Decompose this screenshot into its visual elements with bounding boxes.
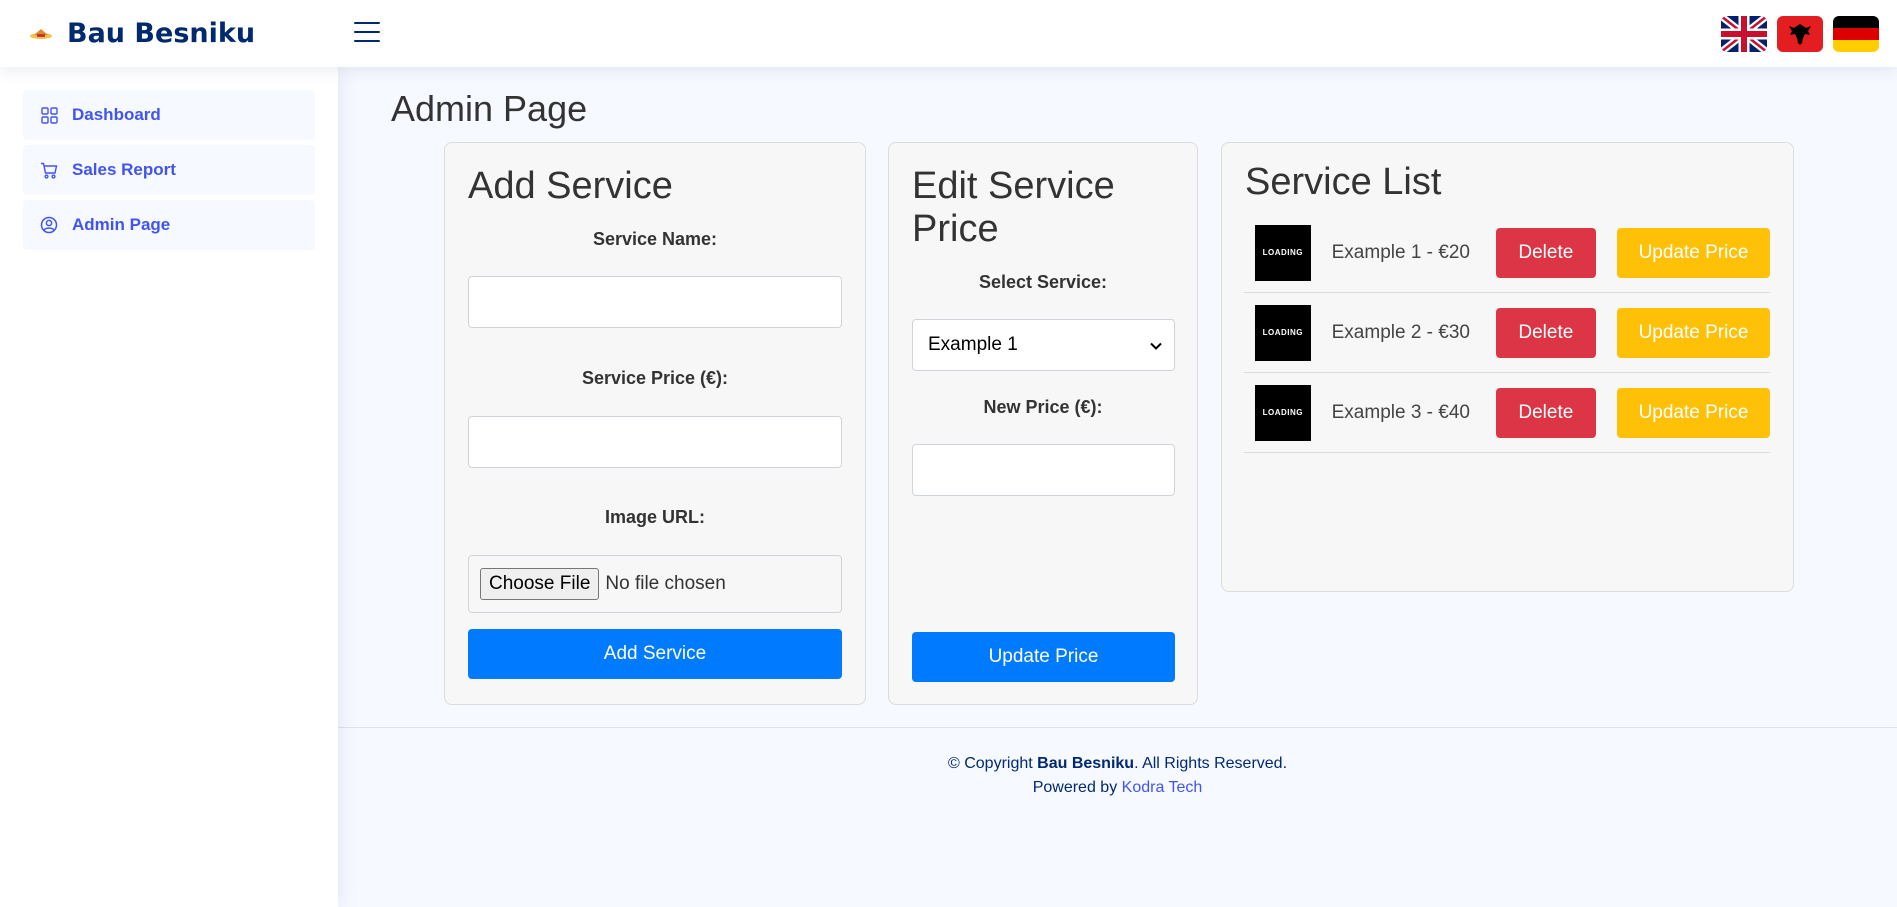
grid-icon	[40, 106, 58, 124]
copyright-prefix: © Copyright	[947, 755, 1038, 772]
service-row: LOADING Example 1 - €20 Delete Update Pr…	[1244, 213, 1770, 293]
service-thumbnail: LOADING	[1255, 224, 1311, 281]
person-circle-icon	[40, 216, 58, 234]
copyright-suffix: . All Rights Reserved.	[1134, 755, 1288, 772]
update-price-button[interactable]: Update Price	[1617, 307, 1770, 358]
brand-name: Bau Besniku	[67, 18, 256, 49]
footer: © Copyright Bau Besniku. All Rights Rese…	[338, 752, 1897, 800]
service-row: LOADING Example 3 - €40 Delete Update Pr…	[1244, 373, 1770, 453]
service-list-title: Service List	[1245, 161, 1442, 203]
english-flag[interactable]	[1721, 16, 1767, 52]
sidebar-item-dashboard[interactable]: Dashboard	[23, 90, 315, 140]
header: Bau Besniku	[0, 0, 1897, 67]
copyright-brand: Bau Besniku	[1037, 755, 1135, 772]
footer-divider	[338, 727, 1897, 728]
service-select[interactable]: Example 1	[912, 319, 1175, 371]
german-flag[interactable]	[1833, 16, 1879, 52]
service-name-price: Example 1 - €20	[1331, 241, 1470, 263]
copyright: © Copyright Bau Besniku. All Rights Rese…	[338, 752, 1897, 776]
thumbnail-text: LOADING	[1262, 248, 1303, 257]
update-price-button[interactable]: Update Price	[1617, 387, 1770, 438]
powered-by: Powered by Kodra Tech	[338, 776, 1897, 800]
service-thumbnail: LOADING	[1255, 304, 1311, 361]
thumbnail-text: LOADING	[1262, 328, 1303, 337]
service-thumbnail: LOADING	[1255, 384, 1311, 441]
select-service-label: Select Service:	[978, 272, 1108, 292]
service-price-label: Service Price (€):	[581, 368, 729, 388]
logo[interactable]: Bau Besniku	[28, 18, 328, 49]
add-service-button[interactable]: Add Service	[468, 629, 842, 679]
service-name-label: Service Name:	[592, 229, 718, 249]
service-name-price: Example 2 - €30	[1331, 321, 1470, 343]
sidebar-item-label: Dashboard	[72, 105, 161, 124]
add-service-card: Add Service Service Name: Service Price …	[444, 142, 866, 705]
new-price-input[interactable]	[912, 444, 1175, 496]
language-switcher	[1721, 16, 1879, 52]
service-list-card: Service List LOADING Example 1 - €20 Del…	[1221, 142, 1794, 592]
delete-button[interactable]: Delete	[1495, 227, 1596, 278]
image-file-input: Choose File No file chosen	[468, 555, 842, 613]
image-url-label: Image URL:	[604, 507, 705, 527]
powered-prefix: Powered by	[1032, 779, 1122, 796]
service-price-input[interactable]	[468, 416, 842, 468]
service-name-price: Example 3 - €40	[1331, 401, 1470, 423]
service-name-input[interactable]	[468, 276, 842, 328]
page-title: Admin Page	[391, 88, 588, 129]
add-service-title: Add Service	[468, 165, 673, 207]
sidebar-item-label: Sales Report	[72, 160, 176, 179]
selected-service: Example 1	[928, 334, 1018, 355]
service-row: LOADING Example 2 - €30 Delete Update Pr…	[1244, 293, 1770, 373]
file-status: No file chosen	[605, 573, 726, 594]
logo-icon	[28, 26, 54, 42]
sidebar-item-admin-page[interactable]: Admin Page	[23, 200, 315, 250]
update-price-submit-button[interactable]: Update Price	[912, 632, 1175, 682]
edit-price-card: Edit Service Price Select Service: Examp…	[888, 142, 1198, 705]
delete-button[interactable]: Delete	[1495, 307, 1596, 358]
menu-toggle-icon[interactable]	[354, 22, 380, 44]
cart-icon	[40, 161, 58, 179]
thumbnail-text: LOADING	[1262, 408, 1303, 417]
edit-price-title: Edit Service Price	[912, 165, 1115, 250]
sidebar-item-label: Admin Page	[72, 215, 171, 234]
sidebar: Dashboard Sales Report Admin Page	[0, 67, 338, 907]
sidebar-item-sales-report[interactable]: Sales Report	[23, 145, 315, 195]
chevron-down-icon	[1150, 334, 1162, 356]
kodra-tech-link[interactable]: Kodra Tech	[1122, 779, 1203, 796]
choose-file-button[interactable]: Choose File	[480, 568, 600, 600]
albanian-flag[interactable]	[1777, 16, 1823, 52]
update-price-button[interactable]: Update Price	[1617, 227, 1770, 278]
new-price-label: New Price (€):	[983, 397, 1103, 417]
delete-button[interactable]: Delete	[1495, 387, 1596, 438]
